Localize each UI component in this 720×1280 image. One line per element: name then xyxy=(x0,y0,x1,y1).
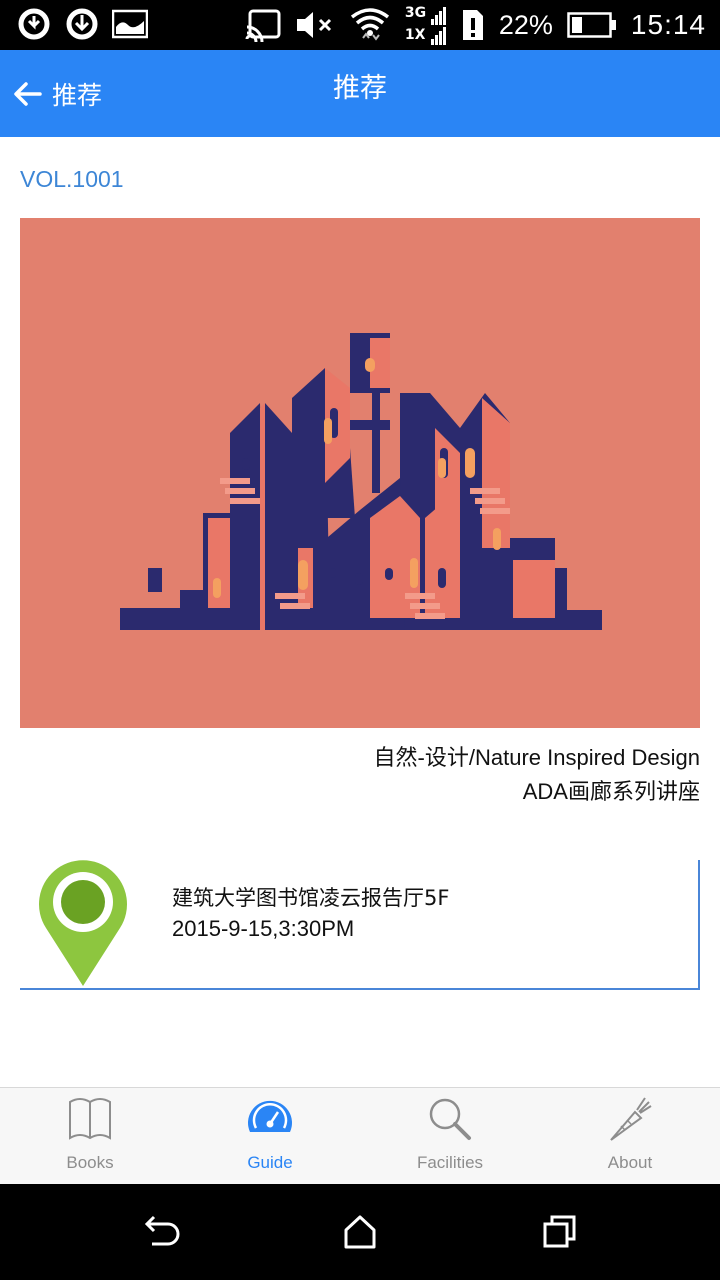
tab-about-label: About xyxy=(607,1153,653,1172)
bottom-tab-bar: Books Guide Facilities About xyxy=(0,1087,720,1184)
tab-facilities-label: Facilities xyxy=(416,1153,484,1172)
sim-alert-icon xyxy=(462,10,483,40)
image-notification-icon xyxy=(112,9,148,39)
speedometer-icon xyxy=(248,1100,292,1132)
cover-image[interactable] xyxy=(20,218,700,728)
battery-percent: 22% xyxy=(498,9,553,40)
status-bar: 3G 1X 22% 15:14 xyxy=(0,0,720,50)
cast-icon xyxy=(245,9,281,42)
tab-facilities[interactable]: Facilities xyxy=(360,1088,540,1184)
app-bar: 推荐 推荐 xyxy=(0,50,720,137)
architecture-illustration xyxy=(120,333,602,630)
book-icon xyxy=(69,1098,111,1140)
event-datetime: 2015-9-15,3:30PM xyxy=(172,916,355,941)
network-type-top: 3G xyxy=(404,5,427,21)
lecture-title: 自然-设计/Nature Inspired Design xyxy=(373,745,700,770)
tab-books[interactable]: Books xyxy=(0,1088,180,1184)
signal-bars-icon xyxy=(430,7,446,45)
tab-books-label: Books xyxy=(66,1153,114,1172)
download-sync-icon xyxy=(66,8,98,40)
lecture-series: ADA画廊系列讲座 xyxy=(522,779,700,804)
event-location-card[interactable]: 建筑大学图书馆凌云报告厅5F 2015-9-15,3:30PM xyxy=(20,860,700,990)
back-nav-icon[interactable] xyxy=(140,1212,180,1252)
magnifier-icon xyxy=(429,1098,471,1140)
tab-about[interactable]: About xyxy=(540,1088,720,1184)
battery-icon xyxy=(567,12,616,38)
volume-label: VOL.1001 xyxy=(20,166,124,192)
system-navigation-bar xyxy=(0,1184,720,1280)
event-place: 建筑大学图书馆凌云报告厅5F xyxy=(172,886,450,910)
home-nav-icon[interactable] xyxy=(340,1212,380,1252)
signal-indicator: 3G 1X xyxy=(405,3,447,47)
location-pin-icon xyxy=(39,860,127,986)
tab-guide[interactable]: Guide xyxy=(180,1088,360,1184)
recent-apps-nav-icon[interactable] xyxy=(540,1212,580,1252)
sync-icon xyxy=(18,8,50,40)
page-title: 推荐 xyxy=(333,73,387,104)
tab-guide-label: Guide xyxy=(247,1153,293,1172)
wifi-icon xyxy=(350,8,389,41)
clock: 15:14 xyxy=(630,9,706,40)
network-type-bottom: 1X xyxy=(404,27,426,43)
mute-icon xyxy=(296,12,331,38)
carrot-icon xyxy=(610,1097,652,1141)
